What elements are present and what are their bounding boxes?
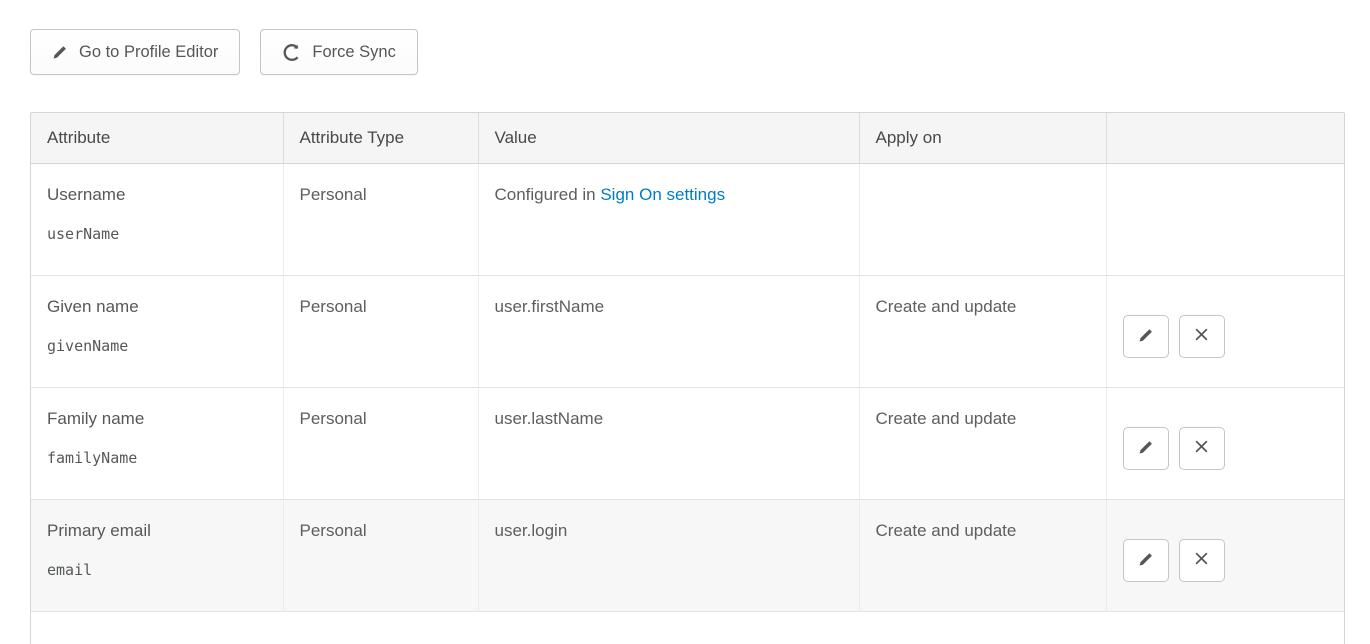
col-header-actions bbox=[1106, 113, 1344, 163]
attribute-type-cell: Personal bbox=[283, 387, 478, 499]
x-icon bbox=[1194, 327, 1209, 345]
col-header-apply-on: Apply on bbox=[859, 113, 1106, 163]
table-row: Username userName Personal Configured in… bbox=[31, 163, 1344, 275]
force-sync-button[interactable]: Force Sync bbox=[260, 29, 417, 75]
edit-attribute-button[interactable] bbox=[1123, 315, 1169, 358]
force-sync-label: Force Sync bbox=[312, 43, 395, 62]
table-row: Given name givenName Personal user.first… bbox=[31, 275, 1344, 387]
edit-attribute-button[interactable] bbox=[1123, 427, 1169, 470]
actions-cell bbox=[1106, 163, 1344, 275]
attribute-variable: userName bbox=[47, 225, 267, 243]
value-cell: user.login bbox=[478, 499, 859, 611]
attribute-cell: Username userName bbox=[31, 163, 283, 275]
col-header-value: Value bbox=[478, 113, 859, 163]
col-header-attribute-type: Attribute Type bbox=[283, 113, 478, 163]
attribute-label: Family name bbox=[47, 409, 267, 429]
value-text: user.lastName bbox=[495, 409, 604, 428]
apply-on-label: Create and update bbox=[876, 521, 1017, 540]
table-row: Primary email email Personal user.login … bbox=[31, 499, 1344, 611]
attribute-type-cell: Personal bbox=[283, 499, 478, 611]
actions-cell bbox=[1106, 499, 1344, 611]
x-icon bbox=[1194, 439, 1209, 457]
value-text: user.login bbox=[495, 521, 568, 540]
attribute-cell: Given name givenName bbox=[31, 275, 283, 387]
attribute-variable: familyName bbox=[47, 449, 267, 467]
value-cell: Configured in Sign On settings bbox=[478, 163, 859, 275]
apply-on-cell: Create and update bbox=[859, 275, 1106, 387]
attribute-mapping-table-container: Attribute Attribute Type Value Apply on … bbox=[30, 112, 1345, 644]
actions-cell bbox=[1106, 387, 1344, 499]
attribute-variable: givenName bbox=[47, 337, 267, 355]
delete-attribute-button[interactable] bbox=[1179, 539, 1225, 582]
apply-on-cell bbox=[859, 163, 1106, 275]
col-header-attribute: Attribute bbox=[31, 113, 283, 163]
delete-attribute-button[interactable] bbox=[1179, 315, 1225, 358]
attribute-type-label: Personal bbox=[300, 409, 367, 428]
actions-cell bbox=[1106, 275, 1344, 387]
pencil-icon bbox=[1138, 439, 1154, 458]
x-icon bbox=[1194, 551, 1209, 569]
value-cell: user.lastName bbox=[478, 387, 859, 499]
apply-on-label: Create and update bbox=[876, 297, 1017, 316]
attribute-variable: email bbox=[47, 561, 267, 579]
row-actions bbox=[1123, 409, 1329, 470]
attribute-label: Primary email bbox=[47, 521, 267, 541]
attribute-label: Username bbox=[47, 185, 267, 205]
sign-on-settings-link[interactable]: Sign On settings bbox=[600, 185, 725, 204]
apply-on-cell: Create and update bbox=[859, 499, 1106, 611]
refresh-icon bbox=[282, 43, 301, 62]
table-row: Family name familyName Personal user.las… bbox=[31, 387, 1344, 499]
go-to-profile-editor-button[interactable]: Go to Profile Editor bbox=[30, 29, 240, 75]
value-cell: user.firstName bbox=[478, 275, 859, 387]
pencil-icon bbox=[52, 44, 68, 60]
toolbar: Go to Profile Editor Force Sync bbox=[0, 0, 1370, 75]
value-text: user.firstName bbox=[495, 297, 605, 316]
attribute-type-label: Personal bbox=[300, 185, 367, 204]
delete-attribute-button[interactable] bbox=[1179, 427, 1225, 470]
attribute-type-cell: Personal bbox=[283, 275, 478, 387]
edit-attribute-button[interactable] bbox=[1123, 539, 1169, 582]
attribute-type-label: Personal bbox=[300, 297, 367, 316]
pencil-icon bbox=[1138, 551, 1154, 570]
row-actions bbox=[1123, 297, 1329, 358]
value-text: Configured in bbox=[495, 185, 601, 204]
attribute-mapping-table: Attribute Attribute Type Value Apply on … bbox=[31, 113, 1344, 612]
table-header-row: Attribute Attribute Type Value Apply on bbox=[31, 113, 1344, 163]
attribute-cell: Family name familyName bbox=[31, 387, 283, 499]
go-to-profile-editor-label: Go to Profile Editor bbox=[79, 43, 218, 62]
apply-on-cell: Create and update bbox=[859, 387, 1106, 499]
row-actions bbox=[1123, 521, 1329, 582]
attribute-cell: Primary email email bbox=[31, 499, 283, 611]
attribute-label: Given name bbox=[47, 297, 267, 317]
attribute-type-cell: Personal bbox=[283, 163, 478, 275]
pencil-icon bbox=[1138, 327, 1154, 346]
apply-on-label: Create and update bbox=[876, 409, 1017, 428]
attribute-type-label: Personal bbox=[300, 521, 367, 540]
